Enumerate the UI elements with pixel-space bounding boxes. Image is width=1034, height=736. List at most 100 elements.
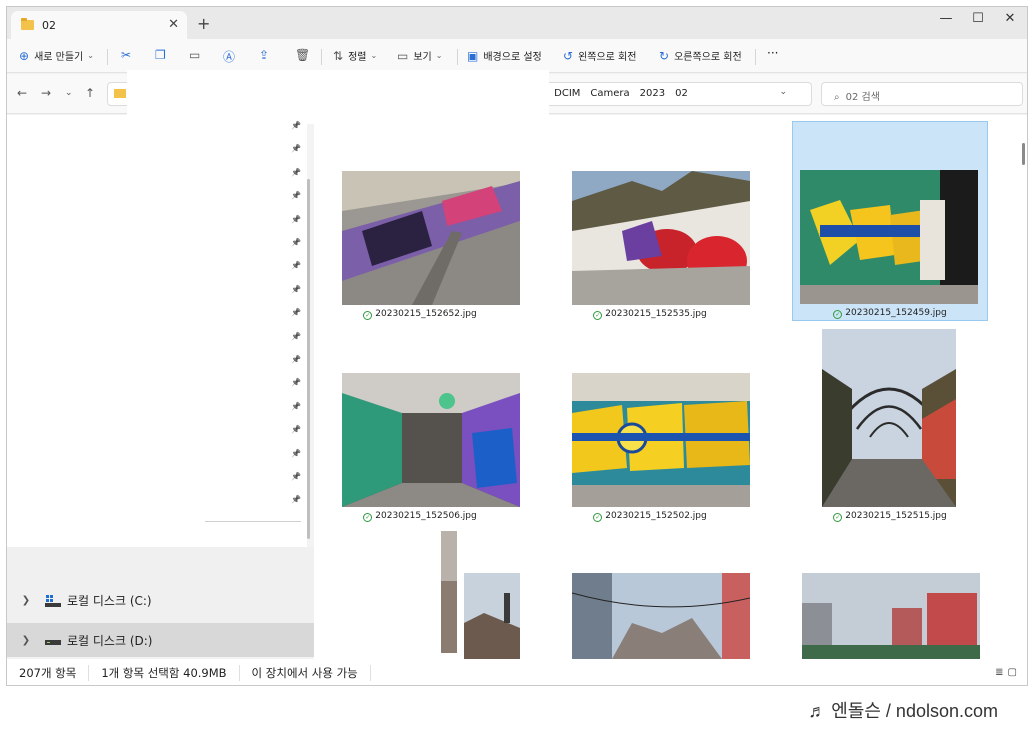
drive-icon [45, 594, 61, 607]
availability-status: 이 장치에서 사용 가능 [240, 665, 371, 681]
delete-button[interactable]: 🗑 [295, 48, 315, 62]
rotate-left-icon: ↺ [563, 48, 574, 63]
pin-icon[interactable]: 📌 [291, 308, 301, 317]
pin-icon[interactable]: 📌 [291, 332, 301, 341]
tiles-view-icon[interactable]: ▢ [1008, 667, 1021, 678]
thumbnail [464, 573, 520, 659]
file-item[interactable]: ✓ 20230215_152502.jpg [552, 325, 750, 525]
new-label: 새로 만들기 [34, 52, 84, 63]
thumbnail [572, 573, 750, 659]
synced-check-icon: ✓ [833, 310, 843, 319]
file-item[interactable]: ✓ 20230215_152515.jpg [792, 325, 988, 525]
close-button[interactable]: ✕ [995, 11, 1025, 26]
rotate-left-button[interactable]: ↺ 왼쪽으로 회전 [563, 48, 636, 64]
toolbar-divider [755, 49, 756, 65]
pin-icon[interactable]: 📌 [291, 168, 301, 177]
share-button[interactable]: ⇪ [259, 48, 274, 62]
chevron-down-icon: ⌄ [370, 51, 378, 60]
cut-button[interactable]: ✂ [121, 48, 136, 62]
breadcrumb-item[interactable]: Camera [590, 88, 629, 99]
new-button[interactable]: ⊕ 새로 만들기 ⌄ [19, 48, 94, 64]
pin-icon[interactable]: 📌 [291, 144, 301, 153]
pin-icon[interactable]: 📌 [291, 285, 301, 294]
set-background-button[interactable]: ▣ 배경으로 설정 [467, 48, 542, 64]
pin-icon[interactable]: 📌 [291, 449, 301, 458]
drive-icon [45, 634, 61, 646]
pin-icon[interactable]: 📌 [291, 238, 301, 247]
thumbnail [572, 373, 750, 507]
forward-arrow-icon[interactable]: → [41, 86, 51, 100]
sort-icon: ⇅ [333, 48, 344, 63]
status-bar: 207개 항목 1개 항목 선택함 40.9MB 이 장치에서 사용 가능 ≣▢ [7, 659, 1027, 685]
plus-circle-icon: ⊕ [19, 48, 30, 63]
sort-button[interactable]: ⇅ 정렬 ⌄ [333, 48, 378, 64]
view-button[interactable]: ▭ 보기 ⌄ [397, 48, 442, 64]
file-name: ✓ 20230215_152506.jpg [322, 511, 518, 522]
file-item[interactable] [782, 567, 980, 659]
minimize-button[interactable]: — [931, 11, 961, 26]
breadcrumb: a DCIM Camera 2023 02 [538, 88, 688, 99]
details-view-icon[interactable]: ≣ [995, 667, 1007, 678]
clipboard-icon: ▭ [189, 48, 201, 62]
breadcrumb-item[interactable]: 02 [675, 88, 688, 99]
sort-label: 정렬 [348, 52, 367, 63]
pin-icon[interactable]: 📌 [291, 261, 301, 270]
copy-icon: ❐ [155, 48, 166, 62]
synced-check-icon: ✓ [833, 513, 843, 522]
breadcrumb-item[interactable]: 2023 [640, 88, 665, 99]
new-tab-button[interactable]: + [197, 14, 210, 33]
pin-icon[interactable]: 📌 [291, 378, 301, 387]
view-icon: ▭ [397, 48, 409, 63]
tab-close-icon[interactable]: ✕ [168, 17, 179, 32]
thumbnail [572, 171, 750, 305]
pin-icon[interactable]: 📌 [291, 355, 301, 364]
pin-icon[interactable]: 📌 [291, 425, 301, 434]
nav-divider [205, 521, 301, 522]
tab-title: 02 [42, 18, 56, 32]
nav-scrollbar[interactable] [307, 179, 310, 539]
drive-d-label: 로컬 디스크 (D:) [67, 633, 153, 648]
thumbnail [342, 171, 520, 305]
file-explorer-window: 02 ✕ + — ☐ ✕ ⊕ 새로 만들기 ⌄ ✂ ❐ ▭ Ⓐ ⇪ 🗑 ⇅ 정렬… [6, 6, 1028, 686]
file-item[interactable]: ✓ 20230215_152535.jpg [552, 123, 750, 323]
file-name-text: 20230215_152515.jpg [845, 511, 947, 521]
recent-chevron-icon[interactable]: ⌄ [65, 88, 73, 98]
toolbar-divider [457, 49, 458, 65]
chevron-right-icon[interactable]: ❯ [7, 635, 45, 646]
file-item[interactable]: ✓ 20230215_152652.jpg [322, 123, 520, 323]
pin-icon[interactable]: 📌 [291, 402, 301, 411]
pin-icon[interactable]: 📌 [291, 495, 301, 504]
pin-icon[interactable]: 📌 [291, 191, 301, 200]
breadcrumb-item[interactable]: DCIM [554, 88, 580, 99]
chevron-right-icon[interactable]: ❯ [7, 595, 45, 606]
rename-button[interactable]: Ⓐ [223, 48, 240, 65]
rotate-right-button[interactable]: ↻ 오른쪽으로 회전 [659, 48, 742, 64]
command-bar: ⊕ 새로 만들기 ⌄ ✂ ❐ ▭ Ⓐ ⇪ 🗑 ⇅ 정렬 ⌄ ▭ 보기 ⌄ ▣ 배… [7, 39, 1027, 73]
maximize-button[interactable]: ☐ [963, 11, 993, 26]
more-options-button[interactable]: ··· [767, 46, 778, 60]
chevron-down-icon[interactable]: ⌄ [779, 87, 787, 97]
file-name: ✓ 20230215_152515.jpg [792, 511, 988, 522]
up-arrow-icon[interactable]: ↑ [85, 86, 95, 100]
toolbar-divider [107, 49, 108, 65]
pin-icon[interactable]: 📌 [291, 215, 301, 224]
back-arrow-icon[interactable]: ← [17, 86, 27, 100]
rotate-right-icon: ↻ [659, 48, 670, 63]
pin-icon[interactable]: 📌 [291, 121, 301, 130]
thumbnail [802, 573, 980, 659]
pin-icon[interactable]: 📌 [291, 472, 301, 481]
file-item[interactable] [552, 567, 750, 659]
paste-button[interactable]: ▭ [189, 48, 205, 62]
quick-access-list [127, 115, 307, 535]
file-name-text: 20230215_152535.jpg [605, 309, 707, 319]
search-input[interactable]: ⌕ 02 검색 [821, 82, 1023, 106]
file-item[interactable]: ✓ 20230215_152506.jpg [322, 325, 520, 525]
content-scrollbar[interactable] [1022, 143, 1025, 165]
thumbnail [342, 373, 520, 507]
tab-02[interactable]: 02 ✕ [11, 11, 187, 39]
copy-button[interactable]: ❐ [155, 48, 171, 62]
file-item-selected[interactable]: ✓ 20230215_152459.jpg [792, 121, 988, 321]
file-name: ✓ 20230215_152535.jpg [552, 309, 748, 320]
view-toggle-icons[interactable]: ≣▢ [995, 667, 1021, 678]
title-bar: 02 ✕ + — ☐ ✕ [7, 7, 1027, 39]
